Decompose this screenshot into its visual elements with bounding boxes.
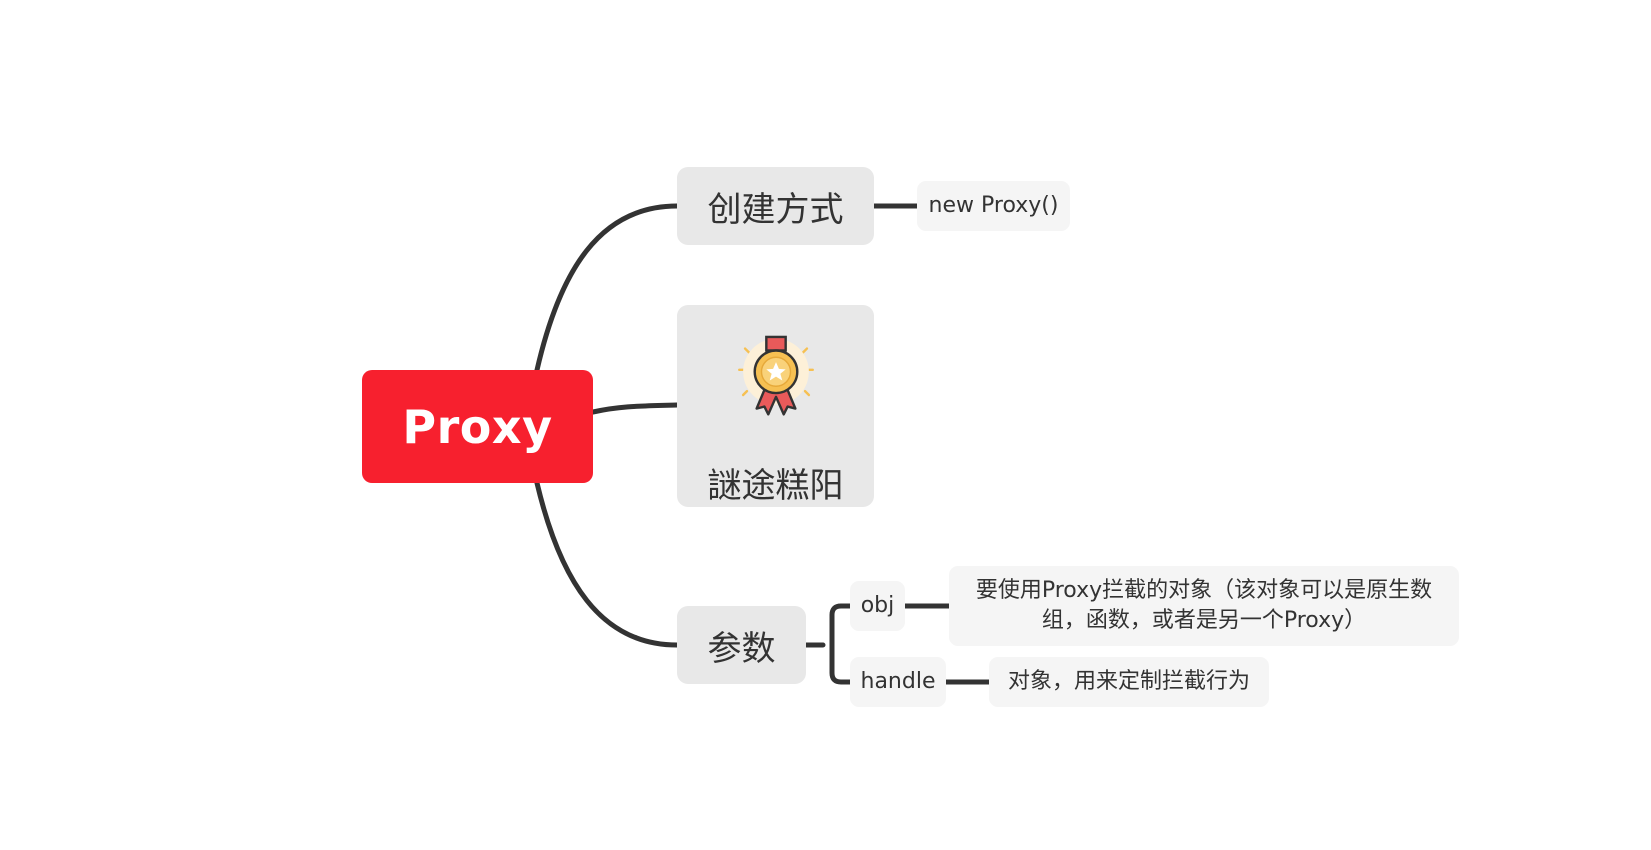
leaf-node-new-proxy-label: new Proxy() (928, 193, 1059, 218)
root-node-label: Proxy (402, 399, 553, 454)
leaf-node-handle-label: handle (860, 669, 936, 694)
branch-node-creation-label: 创建方式 (707, 189, 844, 230)
mind-map-canvas: Proxy 创建方式 new Proxy() 謎途糕阳 参数 obj 要使用Pr… (0, 0, 1651, 850)
leaf-node-handle-description[interactable]: 对象，用来定制拦截行为 (989, 657, 1269, 707)
connector-root-to-params (534, 480, 680, 648)
branch-node-params-label: 参数 (707, 628, 776, 669)
award-medal-icon (737, 335, 814, 416)
leaf-node-obj-label: obj (860, 593, 895, 618)
leaf-node-obj[interactable]: obj (850, 581, 905, 631)
branch-node-award-label: 謎途糕阳 (707, 466, 844, 506)
leaf-node-handle-description-label: 对象，用来定制拦截行为 (1007, 669, 1250, 694)
leaf-node-obj-description-label: 要使用Proxy拦截的对象（该对象可以是原生数 组，函数，或者是另一个Proxy… (975, 578, 1433, 633)
connector-params-bracket (803, 603, 853, 685)
connector-root-to-creation (534, 203, 680, 373)
branch-node-creation[interactable]: 创建方式 (677, 167, 874, 245)
root-node-proxy[interactable]: Proxy (362, 370, 593, 483)
leaf-node-obj-description[interactable]: 要使用Proxy拦截的对象（该对象可以是原生数 组，函数，或者是另一个Proxy… (949, 566, 1459, 646)
leaf-node-handle[interactable]: handle (850, 657, 946, 707)
branch-node-award[interactable]: 謎途糕阳 (677, 305, 874, 507)
connector-root-to-award (590, 402, 680, 415)
leaf-node-new-proxy[interactable]: new Proxy() (917, 181, 1070, 231)
branch-node-params[interactable]: 参数 (677, 606, 806, 684)
